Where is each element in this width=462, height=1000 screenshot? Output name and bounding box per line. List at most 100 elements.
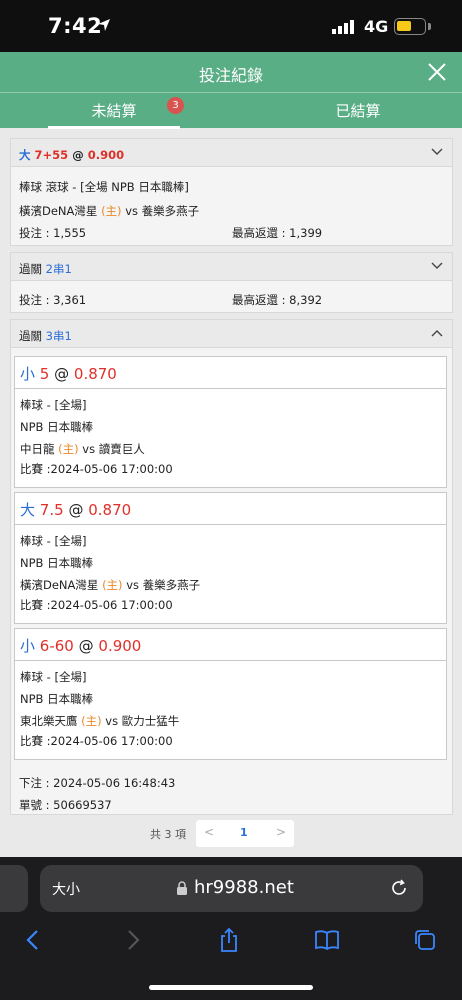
bet-type: 過關 (19, 329, 42, 343)
chevron-down-icon[interactable] (431, 261, 443, 271)
leg-selection: 大 7.5 @ 0.870 (15, 493, 446, 525)
leg-at: @ (68, 501, 84, 519)
leg-line: 5 (39, 365, 50, 383)
signal-bars-icon (332, 20, 354, 34)
leg-line: 6-60 (39, 637, 74, 655)
leg-league: NPB 日本職棒 (20, 420, 94, 434)
vs-text: vs (125, 204, 139, 218)
home-team: 橫濱DeNA灣星 (19, 204, 98, 218)
bet-max-return: 最高返還 : 1,399 (232, 226, 323, 240)
away-team: 讀賣巨人 (98, 442, 145, 456)
leg-sport: 棒球 - [全場] (20, 670, 87, 684)
bet-stake: 投注 : 1,555 (19, 226, 87, 240)
bet-card-single[interactable]: 大 7+55 @ 0.900 棒球 滾球 - [全場 NPB 日本職棒] 橫濱D… (10, 138, 453, 246)
home-team: 東北樂天鷹 (20, 714, 78, 728)
browser-toolbar: 大小 hr9988.net (0, 857, 462, 1000)
tabs-icon[interactable] (412, 927, 438, 953)
bet-side: 大 (19, 148, 31, 162)
status-time: 7:42 (48, 14, 103, 38)
pager-total: 共 3 項 (150, 828, 186, 841)
parlay-leg: 小 6-60 @ 0.900 棒球 - [全場] NPB 日本職棒 東北樂天鷹 … (14, 628, 447, 760)
next-page-button[interactable]: > (276, 825, 286, 839)
status-bar: 7:42 4G (0, 0, 462, 52)
leg-selection: 小 5 @ 0.870 (15, 357, 446, 389)
bet-card-header[interactable]: 大 7+55 @ 0.900 (11, 139, 452, 167)
away-team: 歐力士猛牛 (121, 714, 180, 728)
forward-icon[interactable] (120, 927, 146, 953)
leg-side: 大 (20, 501, 36, 519)
tab-unsettled[interactable]: 未結算 (48, 99, 180, 129)
unsettled-count-badge: 3 (167, 97, 184, 114)
leg-at: @ (54, 365, 70, 383)
leg-odds: 0.870 (73, 365, 117, 383)
close-icon[interactable] (426, 61, 448, 83)
leg-sport: 棒球 - [全場] (20, 534, 87, 548)
prev-page-button[interactable]: < (204, 825, 214, 839)
leg-match-time: 比賽 :2024-05-06 17:00:00 (20, 734, 173, 748)
leg-sport: 棒球 - [全場] (20, 398, 87, 412)
vs-text: vs (126, 578, 140, 592)
bet-max-return: 最高返還 : 8,392 (232, 293, 323, 307)
page-title: 投注紀錄 (198, 66, 263, 85)
bet-selection: 大 7+55 @ 0.900 (19, 147, 124, 163)
bet-match-teams: 橫濱DeNA灣星 (主) vs 養樂多燕子 (19, 203, 199, 219)
leg-side: 小 (20, 637, 36, 655)
bet-order-number: 單號 : 50669537 (19, 798, 112, 812)
leg-odds: 0.870 (88, 501, 132, 519)
bet-combo: 3串1 (45, 329, 72, 343)
parlay-leg: 大 7.5 @ 0.870 棒球 - [全場] NPB 日本職棒 橫濱DeNA灣… (14, 492, 447, 624)
battery-tip (428, 23, 431, 30)
location-arrow-icon (98, 19, 110, 31)
away-team: 養樂多燕子 (142, 578, 201, 592)
leg-match-time: 比賽 :2024-05-06 17:00:00 (20, 462, 173, 476)
home-tag: (主) (58, 442, 79, 456)
away-team: 養樂多燕子 (141, 204, 200, 218)
leg-side: 小 (20, 365, 36, 383)
leg-teams: 東北樂天鷹 (主) vs 歐力士猛牛 (20, 713, 179, 729)
home-indicator (149, 985, 313, 990)
previous-tab-preview[interactable] (0, 865, 28, 912)
leg-line: 7.5 (39, 501, 64, 519)
vs-text: vs (105, 714, 119, 728)
page-number-button[interactable]: 1 (240, 826, 248, 839)
bet-type-label: 過關 2串1 (19, 261, 72, 277)
back-icon[interactable] (20, 927, 46, 953)
pagination: < 1 > (196, 820, 294, 847)
parlay-leg: 小 5 @ 0.870 棒球 - [全場] NPB 日本職棒 中日龍 (主) v… (14, 356, 447, 488)
bet-sport: 棒球 滾球 - [全場 NPB 日本職棒] (19, 180, 189, 194)
reload-icon[interactable] (389, 878, 409, 898)
bet-odds: 0.900 (87, 148, 125, 162)
leg-teams: 橫濱DeNA灣星 (主) vs 養樂多燕子 (20, 577, 200, 593)
bet-line: 7+55 (34, 148, 69, 162)
bet-type: 過關 (19, 262, 42, 276)
leg-teams: 中日龍 (主) vs 讀賣巨人 (20, 441, 145, 457)
leg-league: NPB 日本職棒 (20, 556, 94, 570)
chevron-down-icon[interactable] (431, 147, 443, 157)
home-tag: (主) (81, 714, 102, 728)
bet-stake: 投注 : 3,361 (19, 293, 87, 307)
lock-icon (177, 881, 187, 895)
leg-odds: 0.900 (98, 637, 142, 655)
home-tag: (主) (101, 204, 122, 218)
home-team: 橫濱DeNA灣星 (20, 578, 99, 592)
chevron-up-icon[interactable] (431, 328, 443, 338)
bet-card-parlay-2[interactable]: 過關 2串1 投注 : 3,361 最高返還 : 8,392 (10, 252, 453, 313)
leg-at: @ (78, 637, 94, 655)
home-tag: (主) (102, 578, 123, 592)
bet-card-header[interactable]: 過關 3串1 (11, 320, 452, 348)
bet-card-header[interactable]: 過關 2串1 (11, 253, 452, 281)
url-text[interactable]: hr9988.net (194, 877, 294, 898)
bookmarks-icon[interactable] (314, 927, 340, 953)
vs-text: vs (82, 442, 96, 456)
leg-selection: 小 6-60 @ 0.900 (15, 629, 446, 661)
text-size-button[interactable]: 大小 (52, 879, 80, 899)
bet-placed-time: 下注 : 2024-05-06 16:48:43 (19, 776, 176, 790)
share-icon[interactable] (216, 927, 242, 953)
leg-match-time: 比賽 :2024-05-06 17:00:00 (20, 598, 173, 612)
tab-settled[interactable]: 已結算 (292, 99, 424, 121)
bet-at: @ (72, 148, 84, 162)
bet-type-label: 過關 3串1 (19, 328, 72, 344)
tab-bar: 未結算 已結算 (0, 92, 462, 129)
address-bar[interactable]: 大小 hr9988.net (40, 865, 423, 912)
leg-league: NPB 日本職棒 (20, 692, 94, 706)
